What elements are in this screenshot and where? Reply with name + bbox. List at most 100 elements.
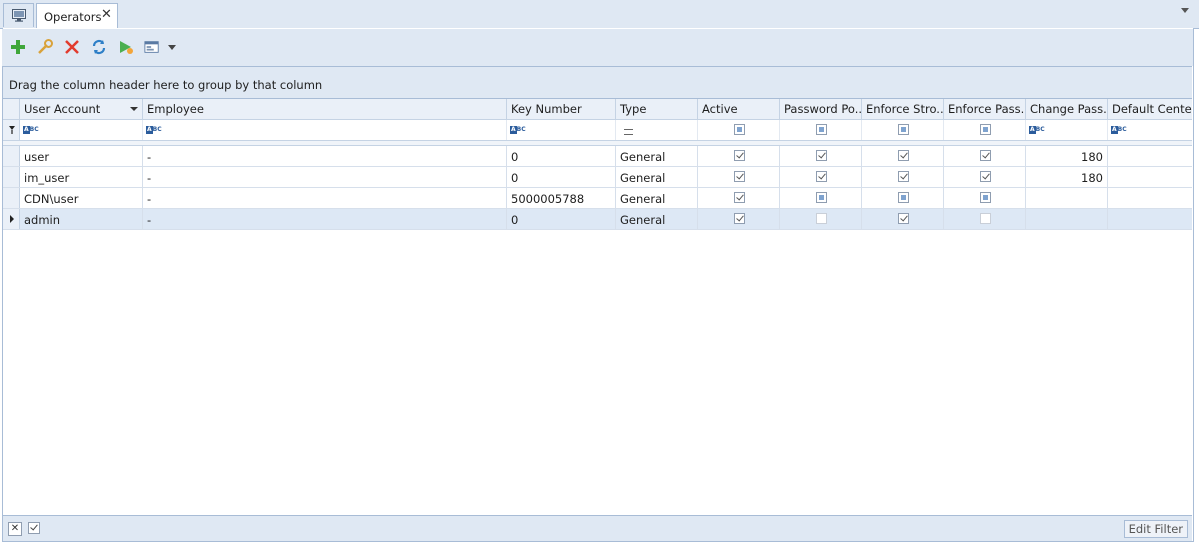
filter-checkbox[interactable] xyxy=(816,124,827,135)
refresh-icon[interactable] xyxy=(90,38,108,56)
checkbox[interactable] xyxy=(898,192,909,203)
table-cell-employee[interactable]: - xyxy=(143,167,507,187)
table-cell-type[interactable]: General xyxy=(616,146,698,166)
tab-home[interactable] xyxy=(3,3,34,27)
column-header-type[interactable]: Type xyxy=(616,99,698,119)
filter-cell-default-center[interactable]: ABC xyxy=(1108,120,1192,140)
table-cell-employee[interactable]: - xyxy=(143,146,507,166)
table-cell-key[interactable]: 0 xyxy=(507,209,616,229)
table-cell-change-pass[interactable]: 180 xyxy=(1026,146,1108,166)
table-cell-default-center[interactable] xyxy=(1108,167,1192,187)
table-cell-key[interactable]: 0 xyxy=(507,167,616,187)
checkbox[interactable] xyxy=(734,171,745,182)
table-cell-enforce-pass[interactable] xyxy=(944,188,1026,208)
table-cell-employee[interactable]: - xyxy=(143,188,507,208)
table-row[interactable]: im_user - 0 General 180 xyxy=(3,167,1192,188)
table-cell-enforce-strong[interactable] xyxy=(862,146,944,166)
filter-checkbox[interactable] xyxy=(898,124,909,135)
tab-operators[interactable]: Operators ✕ xyxy=(36,3,118,29)
column-header-password-policy[interactable]: Password Po... xyxy=(780,99,862,119)
checkbox[interactable] xyxy=(980,150,991,161)
column-header-enforce-password[interactable]: Enforce Pass... xyxy=(944,99,1026,119)
checkbox[interactable] xyxy=(734,213,745,224)
checkbox[interactable] xyxy=(816,150,827,161)
checkbox[interactable] xyxy=(816,192,827,203)
table-cell-change-pass[interactable] xyxy=(1026,188,1108,208)
checkbox[interactable] xyxy=(898,150,909,161)
table-cell-pwd-policy[interactable] xyxy=(780,188,862,208)
table-cell-enforce-pass[interactable] xyxy=(944,209,1026,229)
filter-cell-password-policy[interactable] xyxy=(780,120,862,140)
column-header-change-password[interactable]: Change Pass... xyxy=(1026,99,1108,119)
delete-icon[interactable] xyxy=(63,38,81,56)
table-cell-employee[interactable]: - xyxy=(143,209,507,229)
row-indicator[interactable] xyxy=(3,146,20,166)
table-cell-key[interactable]: 5000005788 xyxy=(507,188,616,208)
table-cell-enforce-pass[interactable] xyxy=(944,146,1026,166)
column-header-employee[interactable]: Employee xyxy=(143,99,507,119)
filter-cell-enforce-strong[interactable] xyxy=(862,120,944,140)
table-cell-default-center[interactable] xyxy=(1108,209,1192,229)
table-cell-pwd-policy[interactable] xyxy=(780,167,862,187)
view-settings-icon[interactable] xyxy=(144,38,160,56)
chevron-down-icon[interactable] xyxy=(168,45,176,50)
table-cell-enforce-strong[interactable] xyxy=(862,167,944,187)
row-indicator[interactable] xyxy=(3,167,20,187)
group-by-panel[interactable]: Drag the column header here to group by … xyxy=(3,66,1192,99)
filter-enabled-checkbox[interactable] xyxy=(28,522,40,534)
table-cell-key[interactable]: 0 xyxy=(507,146,616,166)
filter-cell-type[interactable] xyxy=(616,120,698,140)
add-icon[interactable] xyxy=(9,38,27,56)
checkbox[interactable] xyxy=(980,213,991,224)
table-cell-account[interactable]: CDN\user xyxy=(20,188,143,208)
table-cell-enforce-pass[interactable] xyxy=(944,167,1026,187)
checkbox[interactable] xyxy=(898,213,909,224)
filter-cell-user-account[interactable]: ABC xyxy=(20,120,143,140)
column-header-enforce-strong[interactable]: Enforce Stro... xyxy=(862,99,944,119)
close-icon[interactable]: ✕ xyxy=(101,8,112,22)
edit-filter-button[interactable]: Edit Filter xyxy=(1123,520,1188,538)
table-cell-enforce-strong[interactable] xyxy=(862,209,944,229)
checkbox[interactable] xyxy=(734,192,745,203)
filter-cell-enforce-password[interactable] xyxy=(944,120,1026,140)
checkbox[interactable] xyxy=(734,150,745,161)
clear-filter-icon[interactable]: ✕ xyxy=(8,522,22,536)
table-cell-pwd-policy[interactable] xyxy=(780,146,862,166)
table-row[interactable]: CDN\user - 5000005788 General xyxy=(3,188,1192,209)
run-icon[interactable] xyxy=(117,38,135,56)
chevron-down-icon[interactable] xyxy=(1181,8,1189,13)
table-cell-type[interactable]: General xyxy=(616,167,698,187)
filter-cell-key-number[interactable]: ABC xyxy=(507,120,616,140)
filter-cell-active[interactable] xyxy=(698,120,780,140)
table-cell-active[interactable] xyxy=(698,188,780,208)
table-cell-default-center[interactable] xyxy=(1108,146,1192,166)
column-header-default-center[interactable]: Default Center xyxy=(1108,99,1192,119)
table-cell-change-pass[interactable]: 180 xyxy=(1026,167,1108,187)
table-cell-change-pass[interactable] xyxy=(1026,209,1108,229)
table-cell-account[interactable]: im_user xyxy=(20,167,143,187)
table-cell-type[interactable]: General xyxy=(616,188,698,208)
table-cell-enforce-strong[interactable] xyxy=(862,188,944,208)
filter-cell-employee[interactable]: ABC xyxy=(143,120,507,140)
table-cell-default-center[interactable] xyxy=(1108,188,1192,208)
table-row[interactable]: admin - 0 General xyxy=(3,209,1192,230)
checkbox[interactable] xyxy=(980,171,991,182)
table-row[interactable]: user - 0 General 180 xyxy=(3,146,1192,167)
table-cell-pwd-policy[interactable] xyxy=(780,209,862,229)
column-header-user-account[interactable]: User Account xyxy=(20,99,143,119)
edit-wrench-icon[interactable] xyxy=(36,38,54,56)
filter-cell-change-password[interactable]: ABC xyxy=(1026,120,1108,140)
table-cell-account[interactable]: user xyxy=(20,146,143,166)
checkbox[interactable] xyxy=(980,192,991,203)
filter-checkbox[interactable] xyxy=(980,124,991,135)
filter-checkbox[interactable] xyxy=(734,124,745,135)
row-indicator[interactable] xyxy=(3,209,20,229)
checkbox[interactable] xyxy=(898,171,909,182)
table-cell-type[interactable]: General xyxy=(616,209,698,229)
row-indicator[interactable] xyxy=(3,188,20,208)
table-cell-active[interactable] xyxy=(698,209,780,229)
table-cell-active[interactable] xyxy=(698,167,780,187)
checkbox[interactable] xyxy=(816,213,827,224)
checkbox[interactable] xyxy=(816,171,827,182)
table-cell-account[interactable]: admin xyxy=(20,209,143,229)
